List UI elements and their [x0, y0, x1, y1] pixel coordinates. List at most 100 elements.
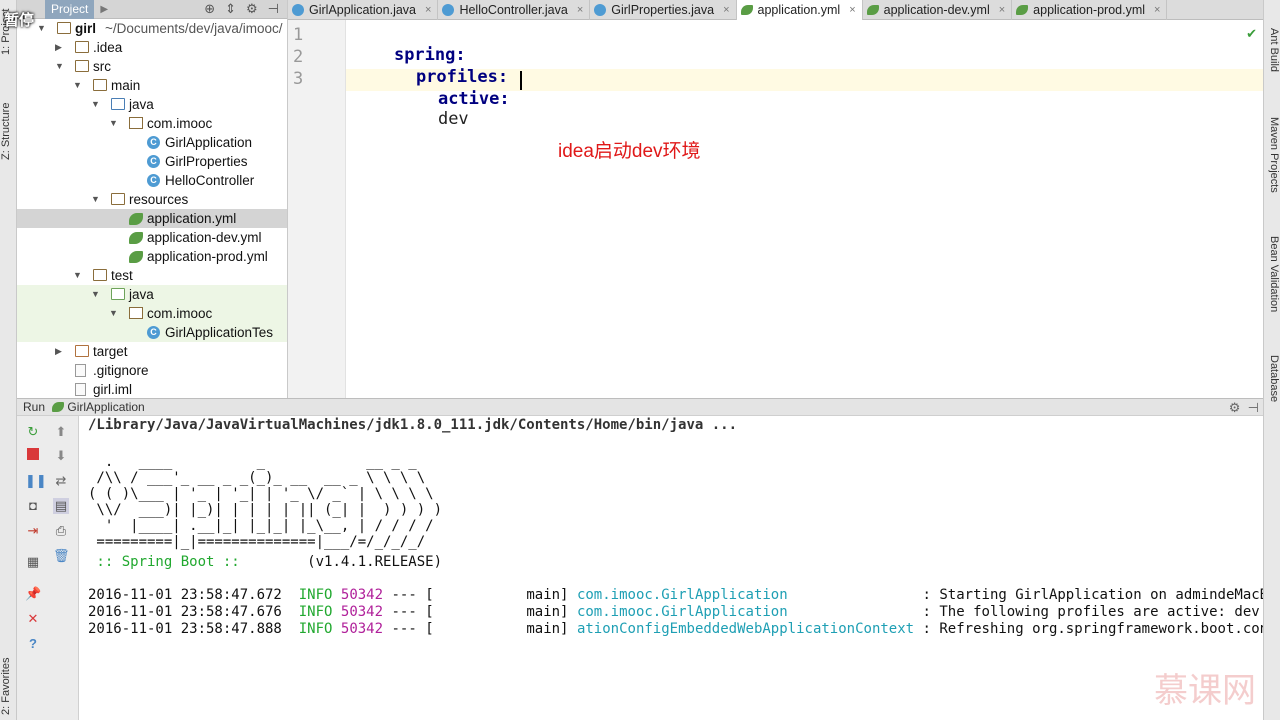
editor-tab[interactable]: HelloController.java ×: [438, 0, 591, 20]
tree-item[interactable]: ▼ com.imooc: [17, 304, 287, 323]
tree-item[interactable]: ▼ main: [17, 76, 287, 95]
exit-icon[interactable]: ⇥: [25, 523, 41, 539]
pause-icon[interactable]: ❚❚: [25, 473, 47, 489]
editor-tab[interactable]: GirlProperties.java ×: [590, 0, 737, 20]
editor-tab[interactable]: application-prod.yml ×: [1012, 0, 1168, 20]
stop-icon[interactable]: [27, 448, 39, 460]
folder-icon: [75, 41, 89, 53]
close-tab-icon[interactable]: ×: [577, 0, 583, 20]
arrow-down-icon[interactable]: ⬇: [53, 448, 69, 464]
help-icon[interactable]: ?: [25, 636, 41, 652]
editor-tab-bar: GirlApplication.java × HelloController.jav…: [288, 0, 1263, 20]
log-timestamp: 2016-11-01 23:58:47.676: [88, 604, 282, 620]
structure-tool-tab[interactable]: Z: Structure: [0, 92, 17, 170]
close-tab-icon[interactable]: ×: [1154, 0, 1160, 20]
gear-icon[interactable]: ⚙: [246, 1, 258, 17]
excluded-folder-icon: [75, 345, 89, 357]
right-tool-strip: Ant Build Maven Projects Bean Validation…: [1263, 0, 1280, 720]
tree-item-label: java: [129, 287, 154, 302]
collapse-icon[interactable]: ⇕: [225, 1, 236, 17]
expanded-arrow-icon[interactable]: ▼: [91, 95, 101, 114]
close-icon[interactable]: ✕: [25, 611, 41, 627]
run-config-tab[interactable]: GirlApplication: [67, 400, 144, 414]
code-editor[interactable]: 1 2 3 spring: profiles: active: dev idea…: [288, 20, 1263, 398]
spring-yml-icon: [129, 251, 143, 263]
expanded-arrow-icon[interactable]: ▼: [73, 266, 83, 285]
tree-item[interactable]: ▼ java: [17, 95, 287, 114]
banner-line: . ____ _ __ _ _: [88, 454, 417, 470]
collapsed-arrow-icon[interactable]: ▶: [55, 342, 65, 361]
trash-icon[interactable]: 🗑: [53, 548, 70, 564]
bean-validation-tool-tab[interactable]: Bean Validation: [1263, 228, 1280, 320]
spring-boot-label: :: Spring Boot ::: [88, 554, 249, 570]
tree-item[interactable]: ▼ test: [17, 266, 287, 285]
tree-item-label: target: [93, 344, 128, 359]
editor-tab[interactable]: application-dev.yml ×: [863, 0, 1013, 20]
expanded-arrow-icon[interactable]: ▼: [55, 57, 65, 76]
tree-item[interactable]: ▼ resources: [17, 190, 287, 209]
tree-item-label: com.imooc: [147, 306, 213, 321]
tree-item[interactable]: application-prod.yml: [17, 247, 287, 266]
line-number-gutter: 1 2 3: [288, 20, 346, 398]
project-view-selector[interactable]: Project: [45, 0, 95, 19]
expanded-arrow-icon[interactable]: ▼: [91, 285, 101, 304]
close-tab-icon[interactable]: ×: [425, 0, 431, 20]
tree-item[interactable]: ▼ java: [17, 285, 287, 304]
gear-icon[interactable]: ⚙: [1229, 400, 1241, 415]
tree-item[interactable]: ▼ girl ~/Documents/dev/java/imooc/: [17, 19, 287, 38]
close-tab-icon[interactable]: ×: [849, 0, 855, 20]
print-icon[interactable]: ⎙: [53, 523, 69, 539]
expanded-arrow-icon[interactable]: ▼: [91, 190, 101, 209]
tree-item[interactable]: ▼ com.imooc: [17, 114, 287, 133]
tree-item[interactable]: application.yml: [17, 209, 287, 228]
editor-tab[interactable]: application.yml ×: [736, 0, 863, 20]
tree-item-label: .gitignore: [93, 363, 149, 378]
tree-item[interactable]: C HelloController: [17, 171, 287, 190]
tree-item[interactable]: ▶ target: [17, 342, 287, 361]
arrow-up-icon[interactable]: ⬆: [53, 424, 69, 440]
expanded-arrow-icon[interactable]: ▼: [109, 304, 119, 323]
log-thread: --- [ main]: [391, 587, 569, 603]
editor-tab[interactable]: GirlApplication.java ×: [288, 0, 439, 20]
maven-projects-tool-tab[interactable]: Maven Projects: [1263, 110, 1280, 200]
log-thread: --- [ main]: [391, 621, 569, 637]
hide-panel-icon[interactable]: ⊣: [1248, 400, 1259, 415]
inspection-ok-icon[interactable]: ✔: [1246, 26, 1257, 42]
class-icon: [292, 4, 304, 16]
favorites-tool-tab[interactable]: 2: Favorites: [0, 655, 17, 717]
ant-build-tool-tab[interactable]: Ant Build: [1263, 22, 1280, 78]
tree-item[interactable]: ▶ .idea: [17, 38, 287, 57]
run-toolbar: ↻ ⬆ ⬇ ❚❚ ⇄ ◘ ▤ ⇥ ⎙ ▦ 🗑 📌 ✕ ?: [17, 416, 79, 720]
folder-icon: [93, 79, 107, 91]
tree-item[interactable]: C GirlProperties: [17, 152, 287, 171]
soft-wrap-icon[interactable]: ⇄: [53, 473, 69, 489]
rerun-icon[interactable]: ↻: [25, 424, 41, 440]
camera-icon[interactable]: ◘: [25, 498, 41, 514]
run-panel-header: Run GirlApplication ⚙ ⊣: [17, 398, 1263, 416]
pin-icon[interactable]: 📌: [25, 586, 41, 602]
database-tool-tab[interactable]: Database: [1263, 350, 1280, 408]
tree-item[interactable]: C GirlApplicationTes: [17, 323, 287, 342]
sync-icon[interactable]: ⊕: [204, 1, 215, 17]
tree-item[interactable]: C GirlApplication: [17, 133, 287, 152]
tree-item[interactable]: girl.iml: [17, 380, 287, 398]
view-dropdown-icon[interactable]: ▶: [100, 4, 108, 15]
annotation-text: idea启动dev环境: [558, 141, 701, 162]
tree-item[interactable]: application-dev.yml: [17, 228, 287, 247]
collapsed-arrow-icon[interactable]: ▶: [55, 38, 65, 57]
log-pid: 50342: [340, 604, 384, 620]
scroll-to-end-icon[interactable]: ▤: [53, 498, 69, 514]
close-tab-icon[interactable]: ×: [999, 0, 1005, 20]
run-console[interactable]: /Library/Java/JavaVirtualMachines/jdk1.8…: [79, 416, 1263, 720]
expanded-arrow-icon[interactable]: ▼: [73, 76, 83, 95]
log-logger: com.imooc.GirlApplication: [576, 604, 915, 620]
folder-icon: [93, 269, 107, 281]
tree-item[interactable]: ▼ src: [17, 57, 287, 76]
tree-item[interactable]: .gitignore: [17, 361, 287, 380]
hide-panel-icon[interactable]: ⊣: [268, 1, 279, 17]
close-tab-icon[interactable]: ×: [723, 0, 729, 20]
expanded-arrow-icon[interactable]: ▼: [109, 114, 119, 133]
banner-line: ( ( )\___ | '_ | '_| | '_ \/ _` | \ \ \ …: [88, 486, 434, 502]
layout-icon[interactable]: ▦: [25, 554, 41, 570]
class-icon: C: [147, 174, 160, 187]
